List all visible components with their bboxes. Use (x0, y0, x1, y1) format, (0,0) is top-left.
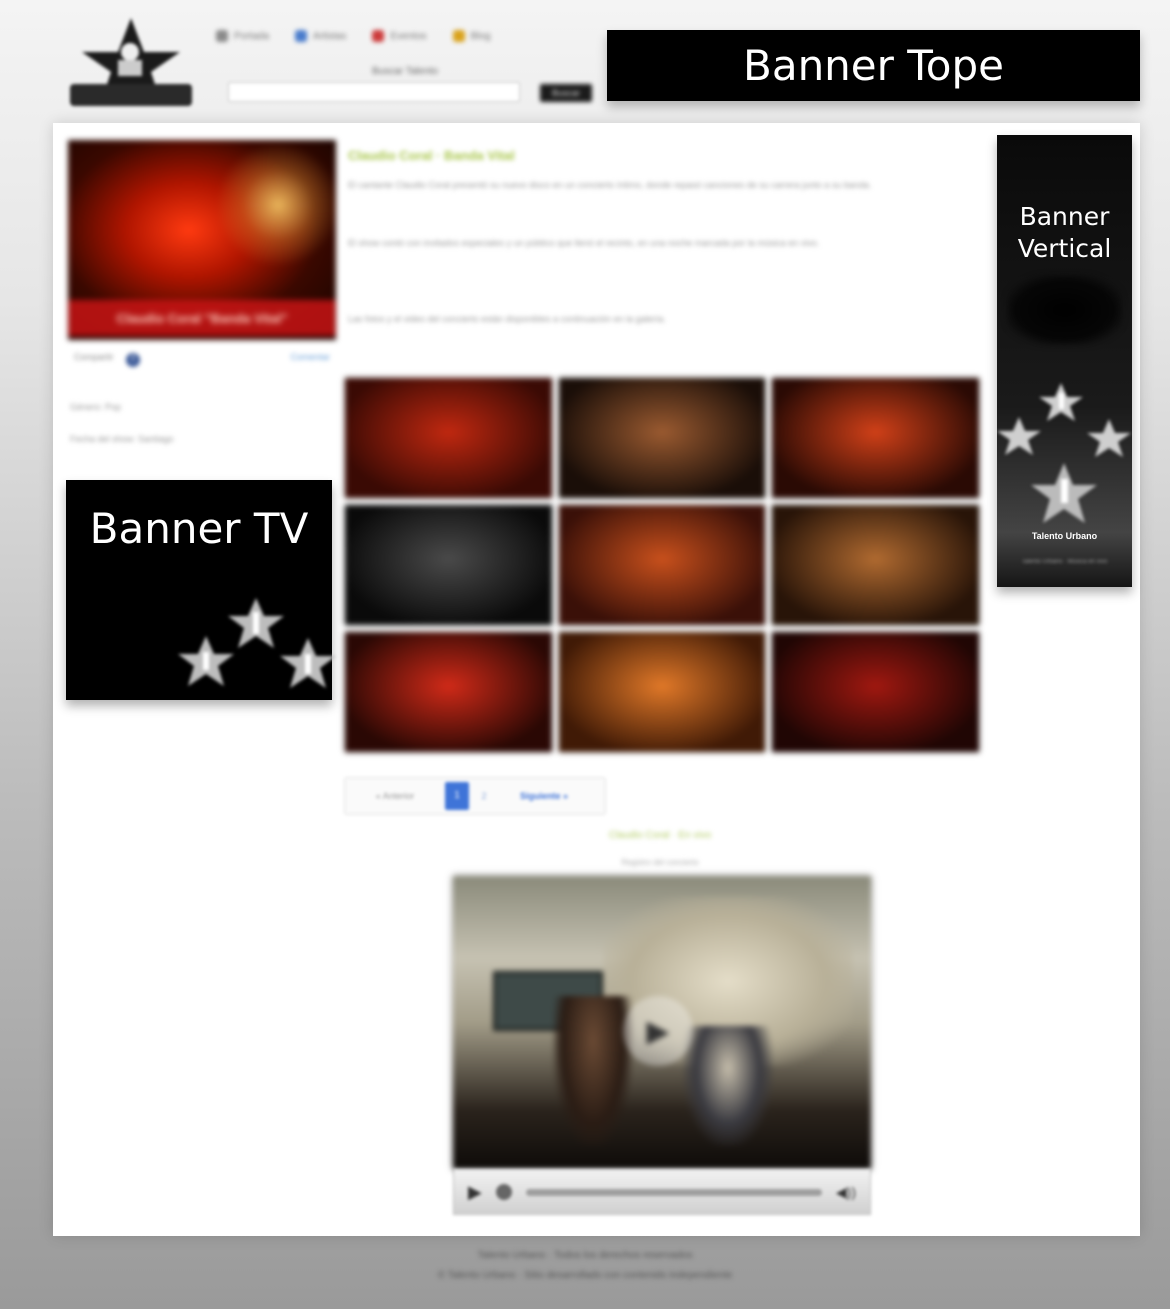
nav-item-home[interactable]: Portada (216, 30, 269, 42)
article-paragraph: El cantante Claudio Coral presentó su nu… (348, 180, 872, 190)
site-logo[interactable] (66, 12, 196, 112)
banner-top-label: Banner Tope (743, 41, 1004, 90)
artist-genre[interactable]: Género: Pop (70, 402, 121, 412)
nav-item-label: Artistas (313, 30, 347, 42)
gallery-pager: « Anterior 1 2 Siguiente » (344, 777, 606, 815)
stars-logo-icon (178, 598, 336, 688)
video-title: Claudio Coral · En vivo (608, 830, 712, 841)
pager-next-button[interactable]: Siguiente » (499, 791, 589, 801)
top-navigation: Portada Artistas Eventos Blog (216, 30, 491, 42)
gallery-photo[interactable] (345, 632, 552, 752)
footer-line-2: © Talento Urbano · Sitio desarrollado co… (437, 1270, 733, 1281)
nav-item-blog[interactable]: Blog (452, 30, 491, 42)
comment-link[interactable]: Comentar (290, 352, 330, 362)
heart-icon (372, 30, 385, 42)
photo-gallery (345, 378, 979, 752)
banner-tv[interactable]: Banner TV (66, 480, 336, 700)
search-input[interactable] (228, 82, 520, 102)
video-player[interactable]: ▶ (453, 876, 871, 1169)
video-controls: ▶ ◀)) (453, 1169, 871, 1215)
pager-page-2[interactable]: 2 (469, 791, 499, 801)
seek-bar[interactable] (525, 1188, 822, 1196)
article-title: Claudio Coral · Banda Vital (348, 148, 515, 163)
gallery-photo[interactable] (558, 378, 766, 498)
banner-vertical-tagline: Talento Urbano · Música en vivo (1021, 559, 1108, 565)
video-subtitle: Registro del concierto (621, 858, 699, 867)
share-row: Compartir f Comentar (74, 350, 330, 370)
nav-item-events[interactable]: Eventos (372, 30, 427, 42)
artist-photo-caption: Claudio Coral "Banda Vital" (68, 300, 336, 336)
pager-prev-button[interactable]: « Anterior (345, 791, 445, 801)
pager-current-page[interactable]: 1 (445, 782, 469, 810)
artist-show-date[interactable]: Fecha del show: Santiago (70, 434, 174, 444)
star-icon (452, 30, 465, 42)
gallery-photo[interactable] (345, 505, 552, 625)
nav-item-label: Eventos (390, 30, 427, 42)
banner-top[interactable]: Banner Tope (607, 30, 1140, 101)
user-icon (295, 30, 308, 42)
facebook-icon[interactable]: f (126, 353, 140, 367)
gallery-photo[interactable] (772, 632, 979, 752)
stars-logo-icon (997, 383, 1131, 523)
banner-vertical-label: Banner Vertical (1017, 202, 1112, 263)
gallery-photo[interactable] (772, 378, 979, 498)
home-icon (216, 30, 228, 42)
volume-icon[interactable]: ◀)) (836, 1184, 856, 1201)
article-paragraph: Las fotos y el video del concierto están… (348, 314, 666, 324)
nav-item-artists[interactable]: Artistas (295, 30, 346, 42)
artist-photo[interactable]: Claudio Coral "Banda Vital" (68, 140, 336, 340)
article-paragraph: El show contó con invitados especiales y… (348, 238, 820, 248)
nav-item-label: Blog (470, 30, 491, 42)
nav-item-label: Portada (234, 30, 270, 42)
gallery-photo[interactable] (558, 632, 766, 752)
search-label: Buscar Talento (372, 66, 438, 77)
search-button[interactable]: Buscar (540, 84, 592, 102)
gallery-photo[interactable] (772, 505, 979, 625)
gallery-photo[interactable] (345, 378, 552, 498)
share-label[interactable]: Compartir (74, 352, 114, 362)
banner-vertical-logo-text: Talento Urbano (1031, 531, 1098, 541)
banner-vertical[interactable]: Banner Vertical Talento Urbano Talento U… (997, 135, 1132, 587)
footer-line-1: Talento Urbano · Todos los derechos rese… (477, 1250, 693, 1261)
play-icon[interactable]: ▶ (468, 1182, 482, 1203)
video-play-overlay-icon[interactable]: ▶ (623, 996, 693, 1066)
banner-tv-label: Banner TV (89, 504, 309, 553)
gallery-photo[interactable] (558, 505, 766, 625)
seek-handle[interactable] (495, 1184, 512, 1200)
